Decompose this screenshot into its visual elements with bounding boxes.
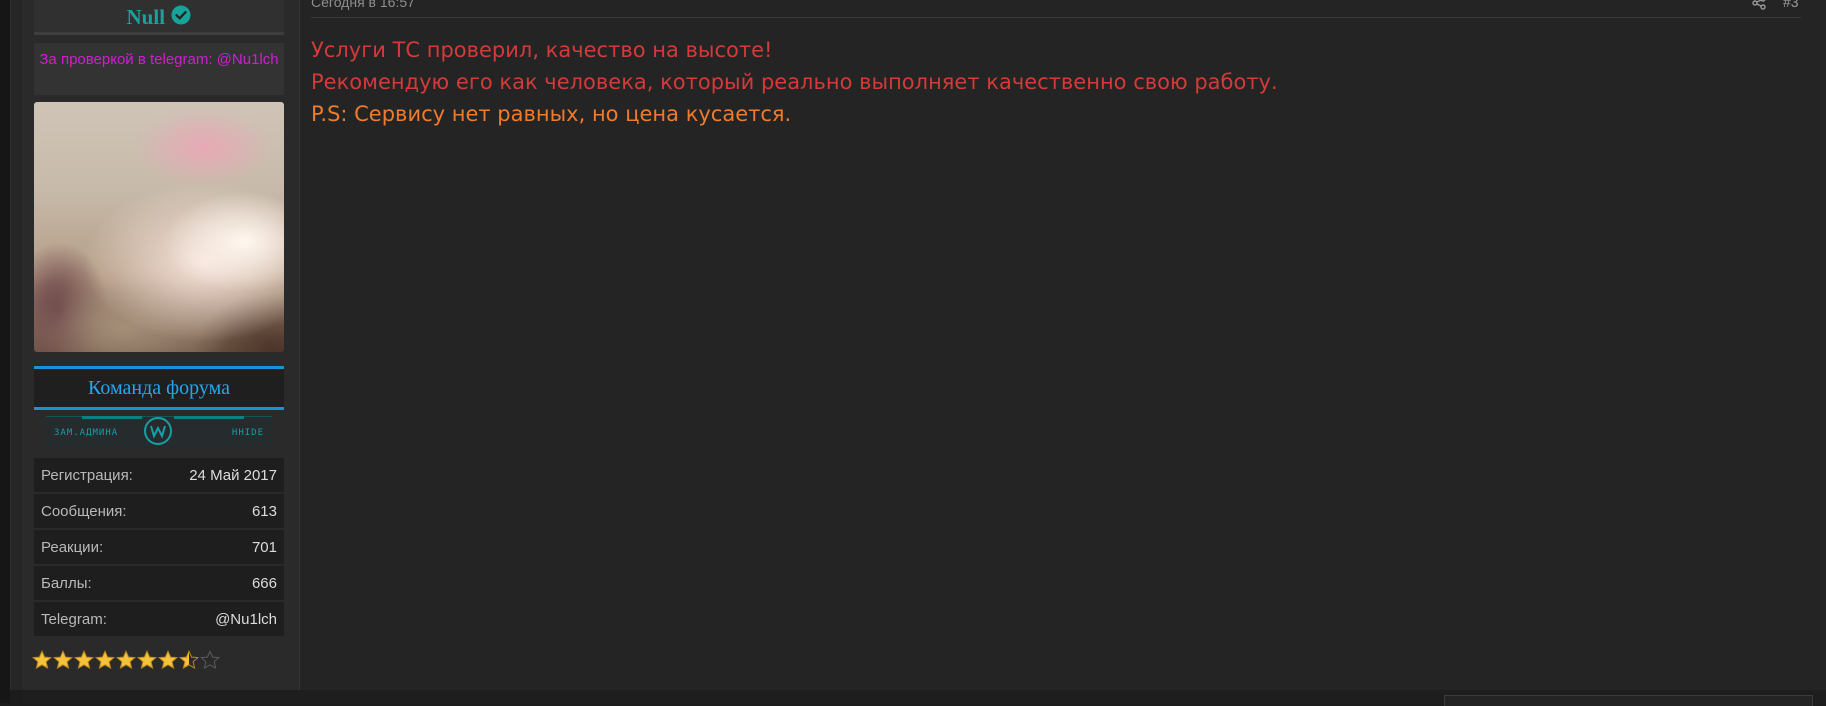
avatar[interactable]	[34, 102, 284, 352]
bottom-panel	[1444, 695, 1813, 706]
page-left-edge	[0, 0, 10, 703]
post-header: Сегодня в 16:57 #3	[311, 0, 1801, 18]
star-icon	[115, 649, 137, 671]
post-date[interactable]: Сегодня в 16:57	[311, 0, 415, 10]
post-arrow	[286, 0, 299, 22]
star-icon	[178, 649, 200, 671]
stat-label: Регистрация:	[41, 466, 133, 484]
stat-value[interactable]: 613	[252, 503, 277, 520]
star-icon	[94, 649, 116, 671]
user-info-column: Null За проверкой в telegram: @Nu1lch Ко…	[22, 0, 300, 690]
post-number-link[interactable]: #3	[1783, 0, 1799, 10]
stat-row-points: Баллы: 666	[34, 566, 284, 600]
username-link[interactable]: Null	[127, 5, 166, 29]
role-banner: ЗАМ.АДМИНА HHIDE	[46, 414, 272, 447]
stat-row-reactions: Реакции: 701	[34, 530, 284, 564]
star-icon	[199, 649, 221, 671]
username-box: Null	[34, 0, 284, 35]
star-icon	[52, 649, 74, 671]
post-line: Услуги ТС проверил, качество на высоте!	[311, 38, 773, 62]
stat-value: @Nu1lch	[215, 610, 277, 628]
stat-value: 701	[251, 538, 277, 556]
stat-value[interactable]: 666	[252, 575, 277, 592]
star-icon	[136, 649, 158, 671]
star-icon	[31, 649, 53, 671]
star-icon	[73, 649, 95, 671]
role-banner-right-text: HHIDE	[231, 428, 264, 438]
role-logo-icon	[143, 416, 173, 451]
share-icon[interactable]	[1751, 0, 1767, 15]
post-line: Рекомендую его как человека, который реа…	[311, 70, 1278, 94]
stat-label: Telegram:	[41, 610, 107, 628]
stat-row-telegram: Telegram: @Nu1lch	[34, 602, 284, 636]
stat-label: Баллы:	[41, 574, 92, 592]
stat-label: Реакции:	[41, 538, 104, 556]
stat-label: Сообщения:	[41, 502, 127, 520]
team-label: Команда форума	[88, 377, 230, 399]
team-banner: Команда форума	[34, 366, 284, 410]
role-banner-left-text: ЗАМ.АДМИНА	[54, 428, 119, 438]
user-rating	[31, 649, 221, 671]
user-stats: Регистрация: 24 Май 2017 Сообщения: 613 …	[34, 458, 284, 638]
stat-value: 24 Май 2017	[189, 466, 277, 484]
stat-row-messages: Сообщения: 613	[34, 494, 284, 528]
verified-check-icon	[171, 5, 191, 30]
star-icon	[157, 649, 179, 671]
post-line: P.S: Сервису нет равных, но цена кусаетс…	[311, 102, 792, 126]
user-title: За проверкой в telegram: @Nu1lch	[34, 43, 284, 95]
post-content: Услуги ТС проверил, качество на высоте! …	[311, 34, 1278, 130]
stat-row-registration: Регистрация: 24 Май 2017	[34, 458, 284, 492]
